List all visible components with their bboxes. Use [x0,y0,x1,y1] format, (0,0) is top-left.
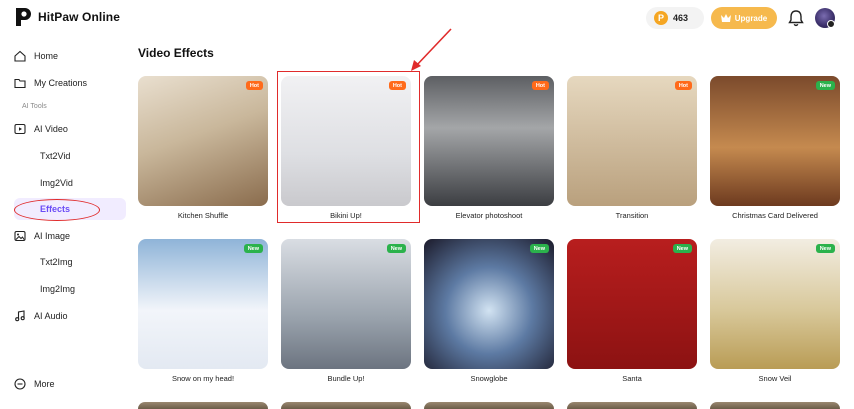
folder-icon [14,78,26,89]
video-icon [14,123,26,135]
page-title: Video Effects [138,46,214,60]
coin-icon: P [654,11,668,25]
effect-card-snow-veil[interactable]: New Snow Veil [710,239,840,383]
effect-caption: Christmas Card Delivered [732,211,818,220]
effect-card-transition[interactable]: Hot Transition [567,76,697,220]
effect-card-santa[interactable]: New Santa [567,239,697,383]
effect-caption: Bikini Up! [330,211,362,220]
effect-thumbnail-partial[interactable] [281,402,411,409]
sidebar-item-label: Effects [40,204,71,214]
new-badge: New [672,244,692,253]
credits-pill[interactable]: P 463 [646,7,704,29]
effect-thumbnail-partial[interactable] [567,402,697,409]
effect-caption: Kitchen Shuffle [177,211,229,220]
new-badge: New [815,81,835,90]
upgrade-button[interactable]: Upgrade [711,7,777,29]
effect-thumbnail[interactable]: Hot [567,76,697,206]
effect-thumbnail[interactable]: New [710,76,840,206]
effect-thumbnail[interactable]: New [710,239,840,369]
effect-thumbnail[interactable]: Hot [424,76,554,206]
hot-badge: Hot [674,81,692,90]
sidebar-item-label: AI Audio [34,311,68,321]
credits-count: 463 [673,13,689,23]
hot-badge: Hot [245,81,263,90]
sidebar-item-label: Img2Img [40,284,76,294]
effect-thumbnail[interactable]: New [281,239,411,369]
effect-caption: Bundle Up! [327,374,365,383]
sidebar-item-label: Txt2Img [40,257,73,267]
effect-thumbnail[interactable]: New [424,239,554,369]
hitpaw-logo-icon [16,8,31,26]
avatar-status-badge [827,20,835,28]
sidebar-item-label: Home [34,51,59,61]
effect-caption: Snowglobe [470,374,508,383]
hot-badge: Hot [388,81,406,90]
sidebar: Home My Creations AI Tools AI Video Txt2… [0,40,130,409]
sidebar-item-label: AI Video [34,124,68,134]
section-label-ai-tools: AI Tools [22,103,47,110]
home-icon [14,50,26,62]
effect-thumbnail[interactable]: New [567,239,697,369]
effect-thumbnail[interactable]: New [138,239,268,369]
effect-card-elevator-photoshoot[interactable]: Hot Elevator photoshoot [424,76,554,220]
logo[interactable]: HitPaw Online [14,6,120,28]
effect-card-snowglobe[interactable]: New Snowglobe [424,239,554,383]
effect-card-bikini-up[interactable]: Hot Bikini Up! [281,76,411,220]
sidebar-item-label: More [34,379,55,389]
more-circle-icon [14,378,26,390]
image-icon [14,230,26,242]
sidebar-item-label: AI Image [34,231,71,241]
effect-thumbnail[interactable]: Hot [138,76,268,206]
sidebar-item-label: Img2Vid [40,178,73,188]
effect-caption: Santa [622,374,642,383]
effect-card-kitchen-shuffle[interactable]: Hot Kitchen Shuffle [138,76,268,220]
sidebar-item-my-creations[interactable]: My Creations [14,72,126,94]
music-note-icon [15,310,25,322]
annotation-arrow [411,28,452,71]
app-root: HitPaw Online P 463 Upgrade Home My Crea… [0,0,854,409]
sidebar-item-ai-audio[interactable]: AI Audio [14,305,126,327]
crown-icon [720,14,731,22]
sidebar-item-img2img[interactable]: Img2Img [14,278,126,300]
sidebar-item-label: My Creations [34,78,88,88]
sidebar-item-txt2img[interactable]: Txt2Img [14,251,126,273]
sidebar-item-more[interactable]: More [14,373,126,395]
new-badge: New [815,244,835,253]
effect-card-christmas-card-delivered[interactable]: New Christmas Card Delivered [710,76,840,220]
sidebar-item-label: Txt2Vid [40,151,71,161]
new-badge: New [529,244,549,253]
sidebar-item-home[interactable]: Home [14,45,126,67]
effect-thumbnail-partial[interactable] [138,402,268,409]
effect-thumbnail-partial[interactable] [424,402,554,409]
upgrade-label: Upgrade [734,13,768,23]
new-badge: New [243,244,263,253]
hot-badge: Hot [531,81,549,90]
effect-thumbnail-partial[interactable] [710,402,840,409]
new-badge: New [386,244,406,253]
effect-thumbnail[interactable]: Hot [281,76,411,206]
sidebar-item-txt2vid[interactable]: Txt2Vid [14,145,126,167]
bell-icon[interactable] [788,9,804,27]
effect-card-snow-on-my-head[interactable]: New Snow on my head! [138,239,268,383]
effect-caption: Snow Veil [758,374,792,383]
sidebar-item-effects[interactable]: Effects [14,198,126,220]
sidebar-item-img2vid[interactable]: Img2Vid [14,172,126,194]
effect-caption: Elevator photoshoot [455,211,523,220]
effect-caption: Transition [615,211,649,220]
app-name: HitPaw Online [38,10,120,24]
sidebar-item-ai-video[interactable]: AI Video [14,118,126,140]
sidebar-item-ai-image[interactable]: AI Image [14,225,126,247]
effect-card-bundle-up[interactable]: New Bundle Up! [281,239,411,383]
effect-caption: Snow on my head! [171,374,235,383]
